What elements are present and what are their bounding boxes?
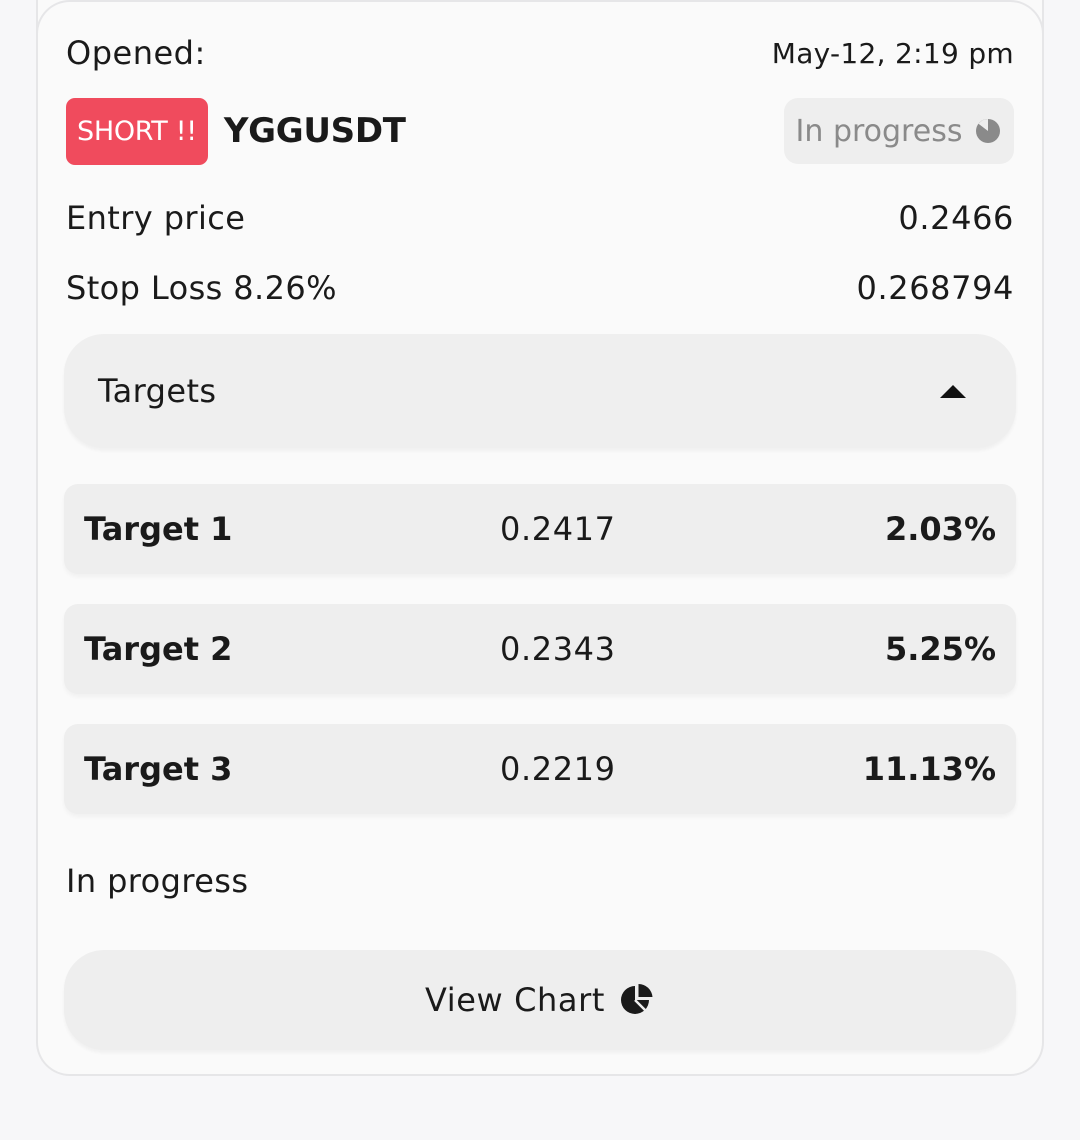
caret-up-icon — [940, 384, 966, 398]
target-row: Target 1 0.2417 2.03% — [64, 484, 1016, 574]
view-chart-button[interactable]: View Chart — [64, 950, 1016, 1050]
target-price: 0.2219 — [500, 750, 616, 788]
status-chip: In progress — [784, 98, 1014, 164]
target-price: 0.2343 — [500, 630, 616, 668]
target-percent: 2.03% — [884, 510, 996, 548]
pie-chart-icon — [621, 983, 653, 1014]
pie-progress-icon — [976, 119, 1001, 143]
signal-card: Opened: May-12, 2:19 pm SHORT !! YGGUSDT… — [36, 0, 1044, 1076]
target-row: Target 3 0.2219 11.13% — [64, 724, 1016, 814]
target-name: Target 1 — [84, 510, 233, 548]
target-percent: 11.13% — [862, 750, 996, 788]
stop-loss-label: Stop Loss 8.26% — [66, 269, 337, 307]
opened-date: May-12, 2:19 pm — [771, 36, 1014, 70]
opened-label: Opened: — [66, 34, 206, 72]
opened-row: Opened: May-12, 2:19 pm — [66, 30, 1014, 76]
view-chart-label: View Chart — [424, 981, 606, 1019]
entry-price-label: Entry price — [66, 199, 246, 237]
stop-loss-value: 0.268794 — [856, 269, 1014, 307]
target-price: 0.2417 — [500, 510, 616, 548]
target-percent: 5.25% — [884, 630, 996, 668]
entry-price-value: 0.2466 — [898, 199, 1014, 237]
status-label: In progress — [795, 113, 963, 149]
progress-status-text: In progress — [66, 862, 249, 900]
entry-price-row: Entry price 0.2466 — [66, 196, 1014, 240]
target-row: Target 2 0.2343 5.25% — [64, 604, 1016, 694]
pair-info: SHORT !! YGGUSDT — [66, 97, 406, 165]
stop-loss-row: Stop Loss 8.26% 0.268794 — [66, 266, 1014, 310]
target-name: Target 3 — [84, 750, 233, 788]
direction-badge: SHORT !! — [66, 97, 208, 165]
targets-accordion-toggle[interactable]: Targets — [64, 334, 1016, 448]
pair-row: SHORT !! YGGUSDT In progress — [66, 97, 1014, 165]
pair-name: YGGUSDT — [223, 111, 406, 151]
targets-title: Targets — [98, 372, 217, 410]
target-name: Target 2 — [84, 630, 233, 668]
